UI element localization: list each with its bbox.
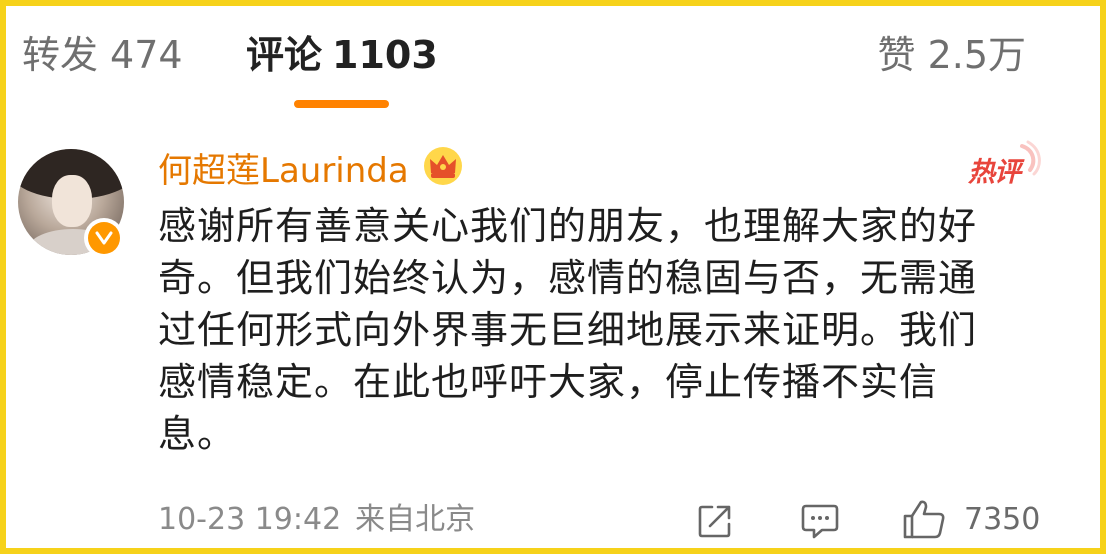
- screenshot-frame: 转发474 评论1103 赞2.5万 何超莲Laurinda 热评 感谢所: [0, 0, 1106, 554]
- comment-body: 感谢所有善意关心我们的朋友，也理解大家的好 奇。但我们始终认为，感情的稳固与否，…: [158, 200, 1038, 460]
- tab-likes-count: 2.5万: [927, 33, 1026, 77]
- comment-meta: 10-23 19:42 来自北京: [158, 498, 475, 542]
- hot-comment-badge: 热评: [964, 140, 1044, 192]
- comment-icon[interactable]: [800, 502, 840, 540]
- tab-comments-label: 评论: [246, 33, 323, 77]
- tab-likes-label: 赞: [877, 33, 916, 77]
- hot-comment-label: 热评: [968, 157, 1021, 188]
- verified-icon: [84, 218, 124, 258]
- comment-source: 来自北京: [355, 502, 476, 537]
- tab-comments-count: 1103: [332, 33, 438, 77]
- tab-likes[interactable]: 赞 2.5万: [878, 30, 1026, 80]
- tab-repost-count: 474: [110, 33, 183, 77]
- comment-line: 感情稳定。在此也呼吁大家，停止传播不实信: [158, 360, 939, 404]
- tab-comments[interactable]: 评论 1103: [246, 30, 438, 80]
- comment-line: 过任何形式向外界事无巨细地展示来证明。我们: [158, 308, 978, 352]
- comment-timestamp: 10-23 19:42: [158, 502, 342, 537]
- tab-repost-label: 转发: [22, 33, 99, 77]
- active-tab-indicator: [294, 100, 389, 108]
- share-icon[interactable]: [696, 502, 734, 540]
- comment-line: 感谢所有善意关心我们的朋友，也理解大家的好: [158, 204, 978, 248]
- comment-line: 奇。但我们始终认为，感情的稳固与否，无需通: [158, 256, 978, 300]
- comment-line: 息。: [158, 412, 237, 456]
- crown-icon: [424, 147, 462, 185]
- tab-repost[interactable]: 转发 474: [22, 30, 183, 80]
- like-count[interactable]: 7350: [964, 498, 1040, 542]
- tab-bar: 转发 474 评论 1103 赞 2.5万: [6, 6, 1100, 116]
- comment-username[interactable]: 何超莲Laurinda: [158, 147, 409, 195]
- like-icon[interactable]: [901, 498, 947, 540]
